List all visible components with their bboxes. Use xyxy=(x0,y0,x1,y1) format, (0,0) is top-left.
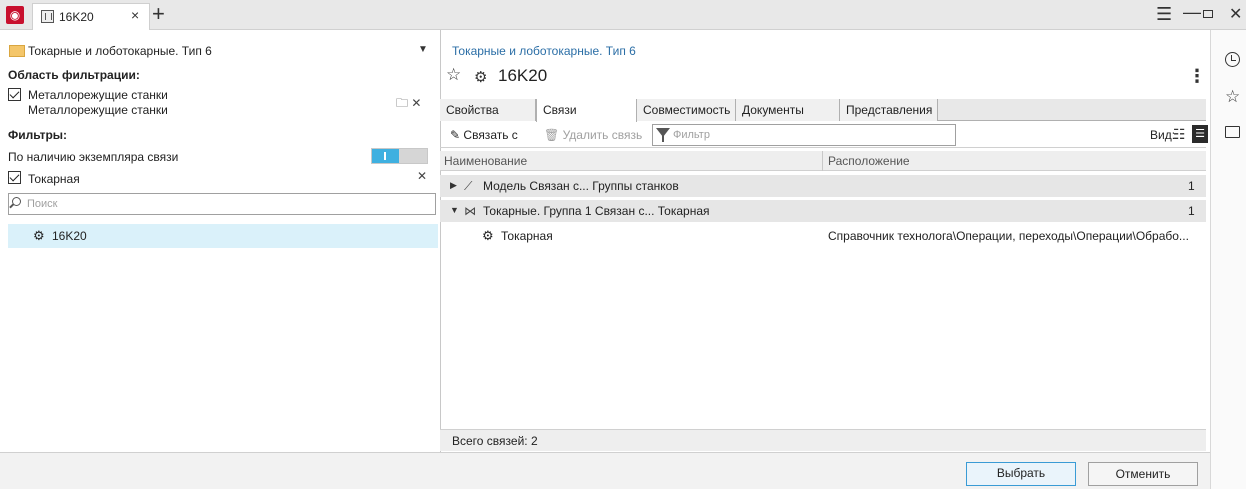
pencil-icon: ✎ xyxy=(450,128,461,142)
table-header: Наименование Расположение xyxy=(440,151,1206,171)
group-count: 1 xyxy=(1188,179,1195,193)
folder-open-icon[interactable]: 🗀 xyxy=(396,96,408,110)
minimize-button[interactable]: — xyxy=(1183,2,1201,23)
tab-bar: Свойства Связи Совместимость Документы П… xyxy=(440,99,1206,122)
filter-toggle[interactable] xyxy=(371,148,428,164)
remove-area-icon[interactable]: ✕ xyxy=(411,96,421,110)
group-row[interactable]: ▼ ⋈ Токарные. Группа 1 Связан с... Токар… xyxy=(440,200,1206,222)
filters-title: Фильтры: xyxy=(8,128,68,142)
more-menu-icon[interactable]: ⋮ xyxy=(1188,66,1206,87)
link-type-icon: ⋈ xyxy=(464,204,476,218)
area-actions: 🗀 ✕ xyxy=(396,94,421,115)
dropdown-arrow-icon[interactable]: ▼ xyxy=(418,44,428,55)
filter-area-title: Область фильтрации: xyxy=(8,68,140,82)
area-checkbox[interactable] xyxy=(8,88,21,101)
delete-link-label: Удалить связь xyxy=(562,128,643,142)
gear-object-icon: ⚙ xyxy=(474,69,488,86)
expand-arrow-icon[interactable]: ▶ xyxy=(450,180,457,191)
folder-icon xyxy=(9,45,25,57)
trash-icon: 🗑 xyxy=(544,128,560,142)
maximize-button[interactable] xyxy=(1203,10,1213,18)
close-window-button[interactable]: ✕ xyxy=(1229,4,1242,24)
favorites-star-icon[interactable]: ☆ xyxy=(1225,87,1240,107)
tree-view-icon[interactable]: ☷ xyxy=(1173,126,1186,143)
filter-input[interactable]: Фильтр xyxy=(652,124,956,146)
view-label: Вид: xyxy=(1150,128,1176,142)
result-row[interactable]: ⚙ 16K20 xyxy=(8,224,438,248)
select-button[interactable]: Выбрать xyxy=(966,462,1076,486)
column-location-header[interactable]: Расположение xyxy=(828,154,910,168)
dialog-buttons: Выбрать Отменить xyxy=(0,452,1210,489)
gear-object-icon: ⚙ xyxy=(482,228,494,243)
group-label: Токарные. Группа 1 Связан с... Токарная xyxy=(483,204,710,218)
filter-placeholder: Фильтр xyxy=(673,129,710,141)
column-separator[interactable] xyxy=(822,151,823,171)
app-logo-icon[interactable]: ◉ xyxy=(6,6,24,24)
search-icon xyxy=(12,197,21,206)
remove-filter-icon[interactable]: ✕ xyxy=(417,169,427,183)
breadcrumb[interactable]: Токарные и лоботокарные. Тип 6 xyxy=(452,44,636,58)
gear-object-icon: ⚙ xyxy=(33,228,45,243)
favorite-star-icon[interactable]: ☆ xyxy=(446,65,461,85)
folder-icon[interactable] xyxy=(1225,126,1240,138)
link-with-label: Связать с xyxy=(463,128,518,142)
new-tab-button[interactable]: + xyxy=(152,2,165,26)
row-location: Справочник технолога\Операции, переходы\… xyxy=(828,229,1189,243)
toggle-on-indicator xyxy=(372,149,399,163)
folder-label: Токарные и лоботокарные. Тип 6 xyxy=(28,44,212,58)
filter-panel: Токарные и лоботокарные. Тип 6 ▼ Область… xyxy=(8,38,438,452)
history-clock-icon[interactable] xyxy=(1225,52,1240,67)
row-name: Токарная xyxy=(501,229,553,243)
tab-close-icon[interactable]: × xyxy=(131,7,139,23)
link-type-icon: ⟋ xyxy=(464,179,473,193)
object-panel: Токарные и лоботокарные. Тип 6 ☆ ⚙ 16K20… xyxy=(440,30,1210,489)
collapse-arrow-icon[interactable]: ▼ xyxy=(450,205,459,215)
delete-link-button[interactable]: 🗑 Удалить связь xyxy=(544,128,642,142)
group-row[interactable]: ▶ ⟋ Модель Связан с... Группы станков 1 xyxy=(440,175,1206,197)
status-bar: Всего связей: 2 xyxy=(440,429,1206,451)
tab-compatibility[interactable]: Совместимость xyxy=(637,99,736,121)
book-icon xyxy=(41,10,54,23)
list-view-icon[interactable]: ☰ xyxy=(1192,125,1208,143)
group-count: 1 xyxy=(1188,204,1195,218)
filter-check-label: Токарная xyxy=(28,172,80,186)
tab-links[interactable]: Связи xyxy=(536,99,637,122)
search-input[interactable]: Поиск xyxy=(8,193,436,215)
filter-by-link-label: По наличию экземпляра связи xyxy=(8,150,179,164)
result-label: 16K20 xyxy=(52,229,87,243)
tab-representations[interactable]: Представления xyxy=(840,99,938,121)
cancel-button[interactable]: Отменить xyxy=(1088,462,1198,486)
link-with-button[interactable]: ✎ Связать с xyxy=(450,128,518,142)
title-bar: ◉ 16K20 × + ☰ — ✕ xyxy=(0,0,1246,30)
search-placeholder: Поиск xyxy=(27,198,58,210)
column-name-header[interactable]: Наименование xyxy=(444,154,527,168)
menu-icon[interactable]: ☰ xyxy=(1156,4,1172,25)
tab-properties[interactable]: Свойства xyxy=(440,99,536,121)
group-label: Модель Связан с... Группы станков xyxy=(483,179,679,193)
page-title: 16K20 xyxy=(498,66,548,85)
folder-selector[interactable]: Токарные и лоботокарные. Тип 6 ▼ xyxy=(8,42,434,62)
area-line-2: Металлорежущие станки xyxy=(28,103,168,117)
tab-label: 16K20 xyxy=(59,10,94,24)
table-row[interactable]: ⚙ Токарная Справочник технолога\Операции… xyxy=(440,226,1206,246)
links-toolbar: ✎ Связать с 🗑 Удалить связь Фильтр Вид: … xyxy=(440,122,1208,148)
document-tab[interactable]: 16K20 × xyxy=(32,3,150,30)
funnel-icon xyxy=(656,128,670,142)
links-count: Всего связей: 2 xyxy=(452,434,538,448)
tokarnaya-checkbox[interactable] xyxy=(8,171,21,184)
tab-documents[interactable]: Документы xyxy=(736,99,840,121)
area-line-1: Металлорежущие станки xyxy=(28,88,168,102)
